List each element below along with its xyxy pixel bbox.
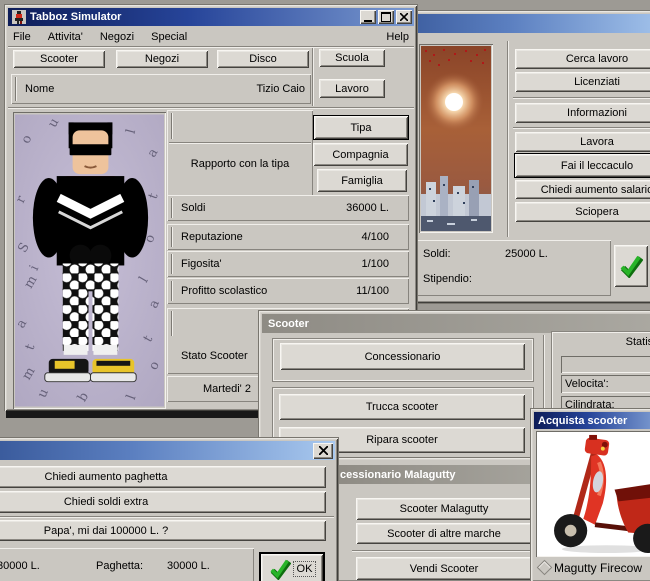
soldi-value: 25000 L. [505,248,548,260]
lavoro-group-line-2 [513,127,650,129]
statistiche-title: Statistiche [625,336,650,348]
maximize-button[interactable] [378,10,394,24]
menu-negozi[interactable]: Negozi [100,31,134,43]
paghetta-value: 30000 L. [167,560,210,572]
main-titlebar[interactable]: Tabboz Simulator [8,8,414,26]
check-icon [270,559,291,580]
lavoro-button[interactable]: Lavoro [319,79,385,98]
famiglia-titlebar[interactable] [0,441,335,460]
ok-label: OK [292,561,317,577]
stat-label: Soldi [181,202,206,214]
stat-label: Reputazione [181,231,243,243]
rapporto-label: Rapporto con la tipa [190,158,290,170]
paghetta-label: Paghetta: [96,560,144,572]
menu-help[interactable]: Help [386,31,409,43]
sunset-image [421,46,491,231]
chiedi-soldi-extra-button[interactable]: Chiedi soldi extra [0,491,326,513]
stato-scooter-label: Stato Scooter [181,350,248,362]
desktop: Cerca lavoro Licenziati Informazioni Lav… [0,0,650,581]
stat-value: 36000 L. [346,202,389,214]
menubar-separator [8,46,414,48]
scooter-button[interactable]: Scooter [13,50,105,68]
lavora-button[interactable]: Lavora [515,132,650,152]
stat-label: Figosita' [181,258,222,270]
famiglia-button[interactable]: Famiglia [317,169,407,192]
acquista-titlebar[interactable]: Acquista scooter [534,412,650,429]
cerca-lavoro-button[interactable]: Cerca lavoro [515,49,650,69]
date-text: Martedi' 2 [203,383,251,395]
character-portrait: ou la rt Si mo la at to mu bl [13,112,166,409]
rapporto-group: Rapporto con la tipa [167,110,313,197]
menubar: File Attivita' Negozi Special Help [13,28,409,45]
velocita-label: Velocita': [565,378,609,390]
famiglia-group-line [0,516,334,518]
trucca-scooter-button[interactable]: Trucca scooter [279,394,525,420]
nome-label: Nome [25,83,55,95]
famiglia-info-panel: 30000 L. Paghetta: 30000 L. [0,548,254,581]
main-window-title: Tabboz Simulator [30,11,122,23]
vendi-scooter-button[interactable]: Vendi Scooter [356,557,532,580]
scuola-button[interactable]: Scuola [319,49,385,67]
minimize-button[interactable] [360,10,376,24]
acquista-window-title: Acquista scooter [538,414,628,427]
close-button[interactable] [396,10,412,24]
concessionario-button[interactable]: Concessionario [280,343,525,370]
close-icon [400,13,408,21]
stipendio-label: Stipendio: [423,273,472,285]
header-separator [8,107,414,109]
stat-row-reputazione: Reputazione 4/100 [167,224,409,250]
fai-il-leccaculo-button[interactable]: Fai il leccaculo [515,154,650,177]
stat-row-soldi: Soldi 36000 L. [167,195,409,221]
licenziati-button[interactable]: Licenziati [515,72,650,92]
menu-file[interactable]: File [13,31,31,43]
scooter-name-field [561,356,650,373]
compagnia-button[interactable]: Compagnia [313,143,408,166]
nome-value: Tizio Caio [256,83,306,95]
sunset-picture [419,44,493,233]
famiglia-close-button[interactable] [313,442,333,459]
famiglia-window: Chiedi aumento paghetta Chiedi soldi ext… [0,437,339,581]
nome-row: Nome Tizio Caio [11,74,311,104]
scooter-item-label: Magutty Firecow [554,561,643,575]
acquista-scooter-window: Acquista scooter Magutty Firecow [530,408,650,581]
stat-value: 11/100 [356,285,389,297]
famiglia-soldi-value: 30000 L. [0,560,40,572]
scooter-altre-marche-button[interactable]: Scooter di altre marche [356,523,532,544]
chiedi-aumento-paghetta-button[interactable]: Chiedi aumento paghetta [0,466,326,488]
soldi-label: Soldi: [423,248,451,260]
app-icon [12,10,26,24]
negozi-button[interactable]: Negozi [116,50,208,68]
stat-label: Profitto scolastico [181,285,268,297]
lavoro-group-line-1 [513,97,650,99]
velocita-row: Velocita': [561,375,650,393]
close-icon [318,446,328,455]
papa-button[interactable]: Papa', mi dai 100000 L. ? [0,520,326,541]
stat-value: 4/100 [361,231,389,243]
scooter-image [554,434,650,554]
chiedi-aumento-salario-button[interactable]: Chiedi aumento salario [515,180,650,199]
scooter-option-diamond[interactable] [536,559,553,576]
character-image: ou la rt Si mo la at to mu bl [15,114,164,407]
lavoro-confirm-button[interactable] [614,245,648,287]
scooter-malagutty-button[interactable]: Scooter Malagutty [356,498,532,520]
malagutty-window-title: cessionario Malagutty [340,468,456,481]
check-icon [620,255,643,278]
tipa-button[interactable]: Tipa [314,116,408,139]
menu-attivita[interactable]: Attivita' [48,31,83,43]
malagutty-group-line [352,550,536,552]
sciopera-button[interactable]: Sciopera [515,202,650,222]
menu-special[interactable]: Special [151,31,187,43]
stat-row-figosita: Figosita' 1/100 [167,251,409,277]
lavoro-info-panel: Soldi: 25000 L. Stipendio: [417,240,611,296]
scooter-picture-box [536,431,650,557]
stat-row-profitto: Profitto scolastico 11/100 [167,278,409,304]
scooter-window-title: Scooter [268,317,309,330]
ok-button[interactable]: OK [259,552,325,581]
informazioni-button[interactable]: Informazioni [515,103,650,123]
lavoro-divider [507,41,509,237]
toolbar-divider [312,48,314,106]
stat-value: 1/100 [361,258,389,270]
disco-button[interactable]: Disco [217,50,309,68]
